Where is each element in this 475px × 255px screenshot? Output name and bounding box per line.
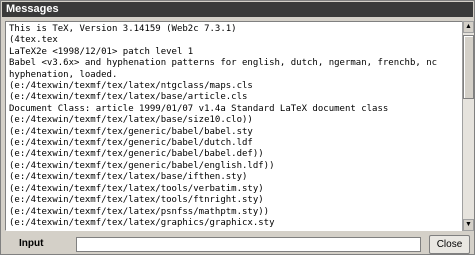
log-line: hyphenation, loaded. (9, 69, 118, 80)
vertical-scrollbar[interactable]: ▲ ▼ (462, 21, 474, 231)
scroll-down-icon[interactable]: ▼ (463, 219, 474, 231)
message-log[interactable]: This is TeX, Version 3.14159 (Web2c 7.3.… (5, 21, 462, 231)
log-line: Document Class: article 1999/01/07 v1.4a… (9, 103, 389, 114)
log-line: (e:/4texwin/texmf/tex/generic/babel/babe… (9, 149, 264, 160)
messages-window: Messages This is TeX, Version 3.14159 (W… (0, 0, 475, 255)
log-line: (e:/4texwin/texmf/tex/latex/tools/ftnrig… (9, 195, 264, 206)
log-line: (e:/4texwin/texmf/tex/latex/psnfss/mathp… (9, 206, 270, 217)
log-line: (e:/4texwin/texmf/tex/latex/base/size10.… (9, 115, 253, 126)
log-line: (e:/4texwin/texmf/tex/latex/base/ifthen.… (9, 172, 248, 183)
log-line: (4tex.tex (9, 35, 58, 46)
log-line: This is TeX, Version 3.14159 (Web2c 7.3.… (9, 24, 237, 34)
log-line: (e:/4texwin/texmf/tex/generic/babel/babe… (9, 126, 253, 137)
log-line: Babel <v3.6x> and hyphenation patterns f… (9, 58, 438, 69)
log-line: LaTeX2e <1998/12/01> patch level 1 (9, 46, 194, 57)
input-row: Input Close (1, 234, 475, 254)
log-line: (e:/4texwin/texmf/tex/latex/ntgclass/map… (9, 81, 253, 92)
log-line: (e:/4texwin/texmf/tex/latex/tools/verbat… (9, 183, 264, 194)
window-title: Messages (2, 2, 473, 17)
input-label: Input (19, 238, 44, 249)
scrollbar-thumb[interactable] (463, 35, 474, 99)
log-line: (e:/4texwin/texmf/tex/latex/graphics/gra… (9, 217, 275, 228)
log-line: (e:/4texwin/texmf/tex/generic/babel/engl… (9, 160, 275, 171)
close-button[interactable]: Close (429, 235, 470, 254)
log-line: (e:/4texwin/texmf/tex/latex/base/article… (9, 92, 248, 103)
scroll-up-icon[interactable]: ▲ (463, 21, 474, 33)
input-field[interactable] (76, 237, 421, 252)
log-line: (e:/4texwin/texmf/tex/generic/babel/dutc… (9, 138, 253, 149)
